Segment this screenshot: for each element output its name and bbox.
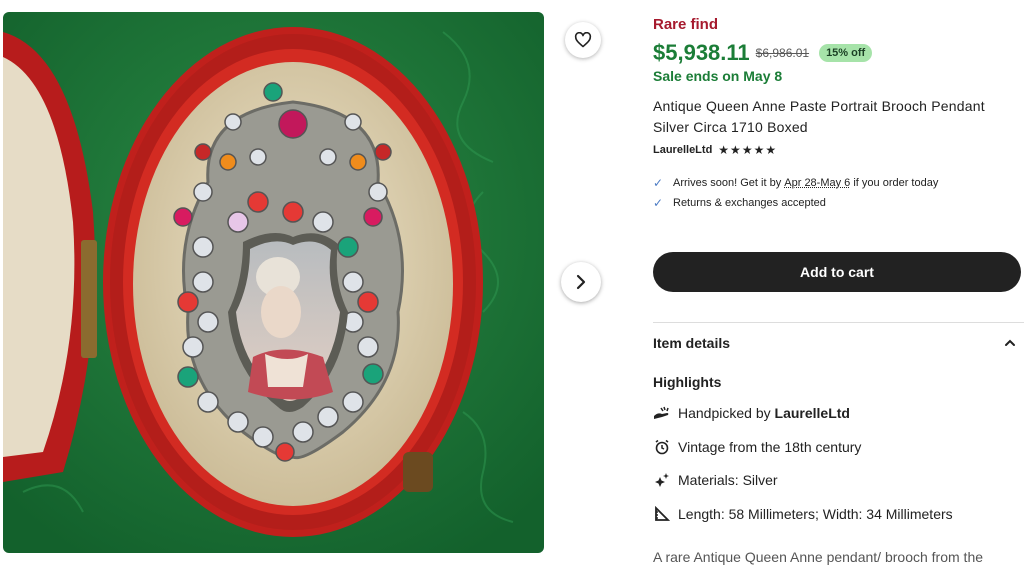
dimensions-text: Length: 58 Millimeters; Width: 34 Millim… xyxy=(678,506,953,522)
rating-stars[interactable]: ★★★★★ xyxy=(718,143,777,157)
materials-text: Materials: Silver xyxy=(678,472,778,488)
listing-photo[interactable] xyxy=(3,12,544,553)
chevron-right-icon xyxy=(576,274,586,290)
handpicked-prefix: Handpicked by xyxy=(678,405,775,421)
original-price: $6,986.01 xyxy=(755,46,810,60)
sale-price: $5,938.11 xyxy=(653,40,750,65)
product-image xyxy=(3,12,544,553)
hand-icon xyxy=(653,406,671,420)
handpicked-shop-link[interactable]: LaurelleLtd xyxy=(775,405,850,421)
arrival-row: ✓ Arrives soon! Get it by Apr 28-May 6 i… xyxy=(653,176,938,190)
arrival-suffix: if you order today xyxy=(850,177,939,189)
price-row: $5,938.11 $6,986.01 15% off xyxy=(653,40,873,66)
vintage-text: Vintage from the 18th century xyxy=(678,439,862,455)
highlight-dimensions: Length: 58 Millimeters; Width: 34 Millim… xyxy=(653,506,953,522)
chevron-up-icon[interactable] xyxy=(1004,336,1016,351)
sparkle-icon xyxy=(653,472,671,488)
shop-rating-row: LaurelleLtd ★★★★★ xyxy=(653,143,777,157)
highlight-materials: Materials: Silver xyxy=(653,472,778,488)
check-icon: ✓ xyxy=(653,196,664,210)
listing-info-panel: Rare find $5,938.11 $6,986.01 15% off Sa… xyxy=(653,0,1024,565)
check-icon: ✓ xyxy=(653,176,664,190)
divider xyxy=(653,322,1024,323)
arrival-dates[interactable]: Apr 28-May 6 xyxy=(784,177,850,189)
ruler-icon xyxy=(653,506,671,522)
highlights-heading: Highlights xyxy=(653,374,722,390)
sale-ends-text: Sale ends on May 8 xyxy=(653,68,783,84)
favorite-button[interactable] xyxy=(565,22,601,58)
arrival-prefix: Arrives soon! Get it by xyxy=(673,177,785,189)
heart-icon xyxy=(574,32,592,48)
highlight-vintage: Vintage from the 18th century xyxy=(653,439,861,455)
next-image-button[interactable] xyxy=(561,262,601,302)
alarm-clock-icon xyxy=(653,439,671,455)
returns-text[interactable]: Returns & exchanges accepted xyxy=(673,197,826,209)
item-details-heading[interactable]: Item details xyxy=(653,335,730,351)
shop-name-link[interactable]: LaurelleLtd xyxy=(653,144,712,156)
add-to-cart-button[interactable]: Add to cart xyxy=(653,252,1021,292)
rare-find-label: Rare find xyxy=(653,16,719,33)
discount-badge: 15% off xyxy=(819,44,873,62)
highlight-handpicked: Handpicked by LaurelleLtd xyxy=(653,405,850,421)
returns-row: ✓ Returns & exchanges accepted xyxy=(653,196,826,210)
description-text: A rare Antique Queen Anne pendant/ brooc… xyxy=(653,549,984,565)
listing-title: Antique Queen Anne Paste Portrait Brooch… xyxy=(653,98,985,135)
